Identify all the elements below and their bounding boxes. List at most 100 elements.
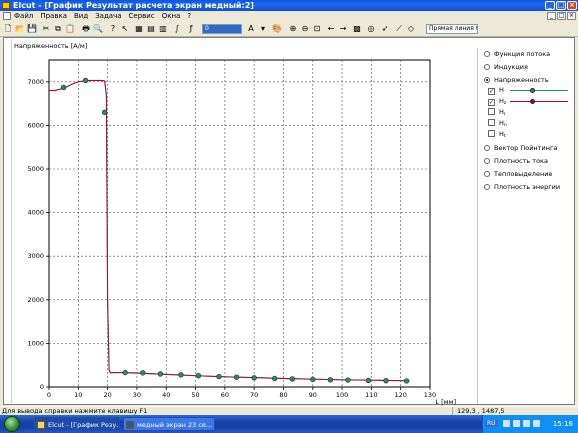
task-elcut[interactable]: Elcut - [График Резу... bbox=[34, 417, 120, 431]
component-hn[interactable]: Hn bbox=[488, 119, 507, 128]
status-bar: Для вывода справки нажмите клавишу F1 12… bbox=[0, 406, 578, 416]
data-point-marker bbox=[383, 377, 389, 384]
start-button[interactable] bbox=[4, 416, 20, 432]
formula-icon[interactable]: ƒ bbox=[186, 24, 196, 34]
radio-icon[interactable] bbox=[484, 184, 490, 190]
radio-icon[interactable] bbox=[484, 64, 490, 70]
legend-marker-hz bbox=[530, 99, 535, 104]
color-icon[interactable]: 🎨 bbox=[272, 24, 282, 34]
zoom-in-icon[interactable]: ⊕ bbox=[288, 24, 298, 34]
zoom-out-icon[interactable]: ⊖ bbox=[300, 24, 310, 34]
network-icon[interactable] bbox=[503, 420, 510, 427]
component-hr[interactable]: Hr bbox=[488, 108, 506, 117]
close-button[interactable]: × bbox=[567, 1, 577, 10]
component-h[interactable]: ✓ H bbox=[488, 86, 574, 95]
menu-task[interactable]: Задача bbox=[95, 12, 121, 20]
volume-icon[interactable] bbox=[513, 420, 520, 427]
palette-icon[interactable]: ▩ bbox=[352, 24, 362, 34]
option-field-strength[interactable]: Напряженность bbox=[484, 76, 549, 85]
radio-icon[interactable] bbox=[484, 51, 490, 57]
radio-icon[interactable] bbox=[484, 158, 490, 164]
antivirus-icon[interactable] bbox=[523, 420, 530, 427]
graph-window: 0 10 20 30 40 50 60 70 80 90 100 110 120 130 0 1000 2000… bbox=[3, 37, 575, 406]
help-icon[interactable]: ? bbox=[108, 24, 118, 34]
menu-edit[interactable]: Правка bbox=[40, 12, 67, 20]
new-file-icon[interactable]: 🗋 bbox=[3, 24, 13, 34]
menu-view[interactable]: Вид bbox=[74, 12, 88, 20]
plot-area[interactable]: 0 10 20 30 40 50 60 70 80 90 100 110 120 130 0 1000 2000… bbox=[12, 38, 476, 406]
security-icon[interactable] bbox=[533, 420, 540, 427]
doc-restore-button[interactable]: □ bbox=[557, 12, 566, 20]
table-icon[interactable]: ▦ bbox=[134, 24, 144, 34]
menu-service[interactable]: Сервис bbox=[129, 12, 155, 20]
back-icon[interactable]: ← bbox=[326, 24, 336, 34]
x-tick-label: 20 bbox=[103, 391, 111, 399]
x-tick-label: 90 bbox=[309, 391, 317, 399]
font-icon[interactable]: A bbox=[246, 24, 256, 34]
checkbox-hn[interactable] bbox=[488, 119, 495, 126]
task-word-document[interactable]: медный экран 23 се... bbox=[123, 417, 215, 431]
integral-icon[interactable]: ∫ bbox=[172, 24, 182, 34]
data-point-marker bbox=[157, 371, 164, 377]
document-icon[interactable] bbox=[3, 12, 11, 20]
option-flux-function[interactable]: Функция потока bbox=[484, 50, 550, 59]
data-point-marker bbox=[82, 77, 89, 84]
y-tick-label: 5000 bbox=[27, 165, 44, 173]
legend-marker-h bbox=[530, 88, 535, 93]
forward-icon[interactable]: → bbox=[338, 24, 348, 34]
option-current-density[interactable]: Плотность тока bbox=[484, 157, 548, 166]
preview-icon[interactable]: 🔍 bbox=[93, 24, 103, 34]
menu-windows[interactable]: Окна bbox=[162, 12, 181, 20]
legend-line-h bbox=[510, 90, 568, 91]
menu-help[interactable]: ? bbox=[187, 12, 191, 20]
maximize-button[interactable]: □ bbox=[556, 1, 566, 10]
open-folder-icon[interactable]: 📂 bbox=[15, 24, 25, 34]
context-help-icon[interactable]: ↖ bbox=[120, 24, 130, 34]
grid-icon[interactable]: ▥ bbox=[158, 24, 168, 34]
copy-icon[interactable]: ⧉ bbox=[53, 24, 63, 34]
language-indicator[interactable]: RU bbox=[485, 420, 498, 427]
radio-icon[interactable] bbox=[484, 145, 490, 151]
x-tick-label: 100 bbox=[336, 391, 348, 399]
data-point-marker bbox=[122, 369, 128, 376]
save-icon[interactable]: 💾 bbox=[27, 24, 37, 34]
chevron-down-icon[interactable]: ▾ bbox=[258, 24, 268, 34]
option-energy-density[interactable]: Плотность энергии bbox=[484, 183, 560, 192]
shape-icon[interactable]: ◇ bbox=[406, 24, 416, 34]
menu-bar: Файл Правка Вид Задача Сервис Окна ? _ □… bbox=[0, 11, 578, 21]
option-poynting-vector[interactable]: Вектор Пойнтинга bbox=[484, 144, 557, 153]
checkbox-h[interactable]: ✓ bbox=[488, 88, 495, 95]
title-bar[interactable]: Elcut - [График Результат расчета экран … bbox=[0, 0, 578, 11]
option-heat-release[interactable]: Тепловыделение bbox=[484, 170, 552, 179]
value-combo[interactable]: 0 bbox=[202, 24, 242, 34]
print-icon[interactable]: 🖶 bbox=[81, 24, 91, 34]
radio-selected-icon[interactable] bbox=[484, 77, 490, 83]
component-ht[interactable]: Ht bbox=[488, 130, 506, 139]
field-chart[interactable]: 0 10 20 30 40 50 60 70 80 90 100 110 120 130 0 1000 2000… bbox=[12, 38, 476, 406]
data-point-marker bbox=[60, 84, 67, 91]
clock[interactable]: 15:16 bbox=[553, 420, 573, 428]
component-hz[interactable]: ✓ Hz bbox=[488, 97, 574, 106]
x-tick-label: 50 bbox=[191, 391, 199, 399]
minimize-button[interactable]: _ bbox=[545, 1, 555, 10]
menu-file[interactable]: Файл bbox=[14, 12, 33, 20]
contour-type-combo[interactable]: Прямая линия (0 bbox=[426, 24, 478, 34]
option-induction[interactable]: Индукция bbox=[484, 63, 528, 72]
chart-icon[interactable]: ▤ bbox=[146, 24, 156, 34]
doc-close-button[interactable]: × bbox=[567, 12, 576, 20]
line-tool-icon[interactable]: ⟋ bbox=[394, 24, 404, 34]
x-tick-label: 30 bbox=[133, 391, 141, 399]
checkbox-ht[interactable] bbox=[488, 130, 495, 137]
checkbox-hz[interactable]: ✓ bbox=[488, 99, 495, 106]
contour-icon[interactable]: ◎ bbox=[366, 24, 376, 34]
elcut-icon bbox=[37, 421, 45, 429]
checkbox-hr[interactable] bbox=[488, 108, 495, 115]
paste-icon[interactable]: 📋 bbox=[65, 24, 75, 34]
data-point-marker bbox=[251, 375, 257, 381]
data-point-marker bbox=[216, 373, 222, 380]
doc-minimize-button[interactable]: _ bbox=[547, 12, 556, 20]
cut-icon[interactable]: ✂ bbox=[41, 24, 51, 34]
arrow-icon[interactable]: ➶ bbox=[380, 24, 390, 34]
radio-icon[interactable] bbox=[484, 171, 490, 177]
zoom-fit-icon[interactable]: ⊡ bbox=[312, 24, 322, 34]
